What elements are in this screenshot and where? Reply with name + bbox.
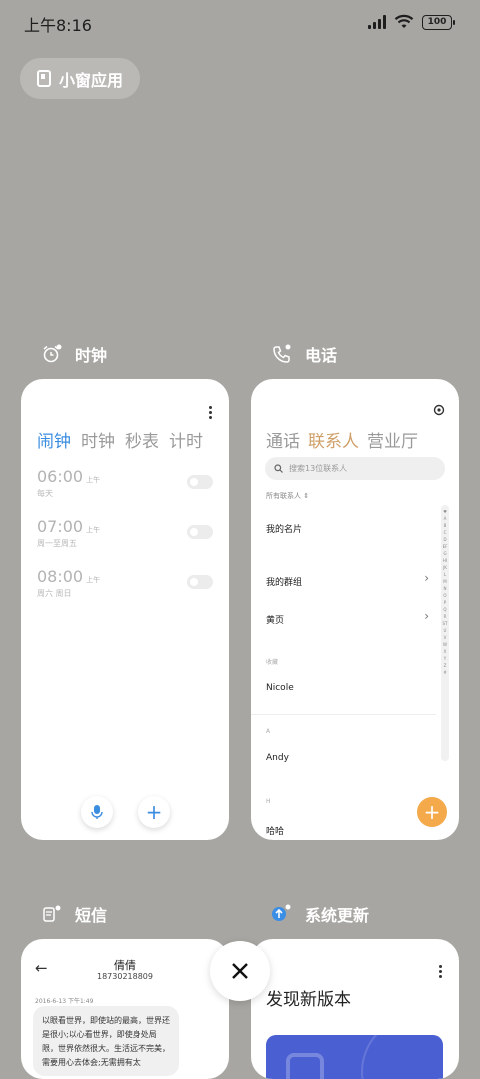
voice-button[interactable] [81, 796, 113, 828]
clock-more-icon[interactable] [209, 406, 212, 419]
sort-arrows-icon: ⇕ [303, 492, 310, 500]
wifi-icon [394, 14, 414, 28]
update-more-icon[interactable] [439, 965, 442, 978]
yellow-pages-row[interactable]: 黄页 [266, 613, 284, 626]
clock-app-name: 时钟 [75, 346, 108, 365]
sms-app-header[interactable]: 短信 [41, 902, 107, 926]
update-app-header[interactable]: 系统更新 [271, 902, 369, 926]
alarm-ampm: 上午 [86, 576, 101, 584]
divider [251, 714, 436, 715]
microphone-icon [91, 805, 103, 819]
tab-contacts[interactable]: 联系人 [308, 427, 359, 452]
alarm-time: 08:00 [37, 567, 84, 586]
alarm-ampm: 上午 [86, 476, 101, 484]
message-icon [43, 905, 61, 922]
alarm-time: 06:00 [37, 467, 84, 486]
section-header-h: H [266, 798, 271, 805]
chevron-right-icon: › [424, 571, 429, 585]
update-banner-image [266, 1035, 443, 1079]
my-card-row[interactable]: 我的名片 [266, 522, 302, 535]
search-placeholder: 搜索13位联系人 [289, 464, 348, 473]
alarm-time: 07:00 [37, 517, 84, 536]
contact-name: 倩倩 [114, 959, 136, 972]
plus-icon: + [423, 800, 441, 824]
section-header-a: A [266, 728, 271, 735]
contact-row-nicole[interactable]: Nicole [266, 683, 294, 693]
contact-number: 18730218809 [97, 972, 153, 981]
alphabet-index-bar[interactable]: ♥ABCDEFGHIJKLMNOPQRSTUVWXYZ# [441, 505, 449, 761]
phone-app-card[interactable]: 通话 联系人 营业厅 搜索13位联系人 所有联系人 ⇕ 我的名片 我的群组 › … [251, 379, 459, 840]
battery-icon: 100 [422, 14, 455, 30]
phone-app-header[interactable]: 电话 [271, 342, 337, 366]
sms-app-name: 短信 [75, 906, 108, 925]
alarm-repeat: 周六 周日 [37, 589, 72, 598]
update-app-card[interactable]: 发现新版本 [251, 939, 459, 1079]
search-icon [274, 464, 283, 473]
clock-app-card[interactable]: 闹钟 时钟 秒表 计时 06:00 上午 每天 07:00 上午 周一至周五 08:… [21, 379, 229, 840]
favorites-section-header: 收藏 [266, 659, 279, 666]
settings-gear-icon[interactable] [433, 404, 445, 416]
filter-label: 所有联系人 [266, 492, 301, 500]
contact-row-andy[interactable]: Andy [266, 753, 289, 763]
alarm-item[interactable]: 07:00 上午 周一至周五 [37, 517, 213, 549]
status-bar: 上午8:16 100 [0, 0, 480, 46]
alarm-toggle[interactable] [187, 475, 213, 489]
floating-window-icon [37, 70, 51, 87]
update-app-name: 系统更新 [305, 906, 370, 925]
alarm-item[interactable]: 06:00 上午 每天 [37, 467, 213, 499]
clear-all-button[interactable] [210, 941, 270, 1001]
alarm-ampm: 上午 [86, 526, 101, 534]
alarm-repeat: 每天 [37, 489, 53, 498]
phone-tabs: 通话 联系人 营业厅 [266, 427, 418, 452]
floating-window-button[interactable]: 小窗应用 [20, 58, 140, 99]
close-icon [232, 963, 248, 979]
system-update-icon [272, 904, 291, 921]
signal-icon [368, 15, 386, 29]
tab-timer[interactable]: 计时 [169, 427, 203, 452]
add-alarm-button[interactable]: + [138, 796, 170, 828]
floating-window-label: 小窗应用 [59, 70, 124, 90]
phone-icon [273, 344, 291, 363]
message-timestamp: 2016-6-13 下午1:49 [35, 998, 94, 1005]
alarm-item[interactable]: 08:00 上午 周六 周日 [37, 567, 213, 599]
phone-app-name: 电话 [305, 346, 338, 365]
contact-search-input[interactable]: 搜索13位联系人 [265, 457, 445, 480]
chevron-right-icon: › [424, 609, 429, 623]
tab-stopwatch[interactable]: 秒表 [125, 427, 159, 452]
contact-row-haha[interactable]: 哈哈 [266, 824, 284, 837]
alarm-repeat: 周一至周五 [37, 539, 77, 548]
tab-service-hall[interactable]: 营业厅 [367, 427, 418, 452]
tab-calls[interactable]: 通话 [266, 427, 300, 452]
plus-icon: + [145, 800, 163, 824]
add-contact-button[interactable]: + [417, 797, 447, 827]
alarm-toggle[interactable] [187, 575, 213, 589]
alarm-toggle[interactable] [187, 525, 213, 539]
tab-clock[interactable]: 时钟 [81, 427, 115, 452]
alarm-clock-icon [43, 344, 62, 363]
status-time: 上午8:16 [24, 16, 92, 35]
clock-tabs: 闹钟 时钟 秒表 计时 [37, 427, 203, 452]
update-title: 发现新版本 [266, 990, 351, 1010]
contact-filter[interactable]: 所有联系人 ⇕ [266, 491, 309, 501]
status-icons: 100 [368, 14, 455, 30]
alphabet-index-letters: ♥ABCDEFGHIJKLMNOPQRSTUVWXYZ# [442, 509, 448, 675]
tab-alarm[interactable]: 闹钟 [37, 427, 71, 452]
my-groups-row[interactable]: 我的群组 [266, 575, 302, 588]
sms-app-card[interactable]: ← 倩倩 18730218809 2016-6-13 下午1:49 以眼看世界，… [21, 939, 229, 1079]
clock-app-header[interactable]: 时钟 [41, 342, 107, 366]
